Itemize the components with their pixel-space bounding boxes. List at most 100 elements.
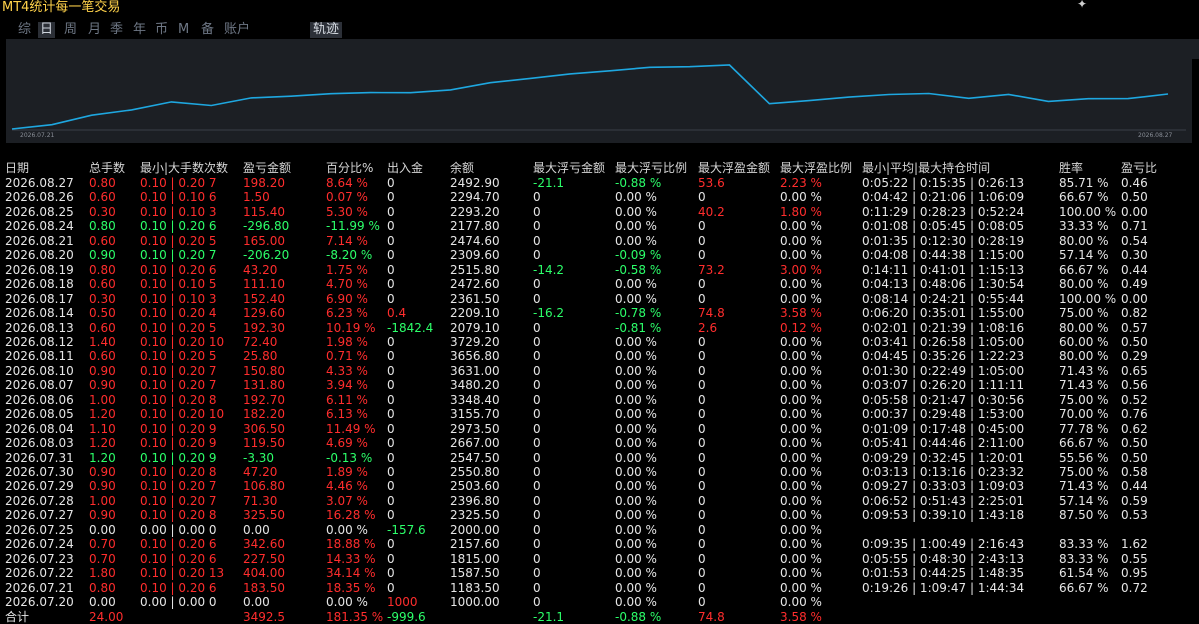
column-header[interactable]: 最大浮盈金额 <box>698 161 770 175</box>
table-cell: 72.40 <box>243 334 278 349</box>
table-cell: 2474.60 <box>450 233 500 248</box>
tab-9[interactable]: 账户 <box>222 22 252 38</box>
table-cell: 0 <box>698 537 706 552</box>
table-row[interactable]: 2026.07.29 0.90 0.10 | 0.20 7 106.80 4.46 % 0… <box>0 479 1199 493</box>
table-cell: 0 <box>533 450 541 465</box>
table-cell: 2.23 % <box>780 176 822 190</box>
column-header[interactable]: 日期 <box>5 161 29 175</box>
table-cell: 66.67 % <box>1059 436 1109 451</box>
table-cell: -999.6 <box>387 609 426 624</box>
table-row[interactable]: 2026.07.25 0.00 0.00 | 0.00 0 0.00 0.00 % -15… <box>0 523 1199 537</box>
table-row[interactable]: 2026.08.26 0.60 0.10 | 0.10 6 1.50 0.07 % 0 22… <box>0 190 1199 204</box>
table-row[interactable]: 2026.07.27 0.90 0.10 | 0.20 8 325.50 16.28 %… <box>0 508 1199 522</box>
table-row[interactable]: 2026.07.24 0.70 0.10 | 0.20 6 342.60 18.88 %… <box>0 537 1199 551</box>
table-cell: 2026.08.27 <box>5 176 74 190</box>
tab-3[interactable]: 月 <box>86 22 103 38</box>
table-cell: 0.55 <box>1121 551 1148 566</box>
tab-7[interactable]: M <box>176 22 191 38</box>
table-row[interactable]: 2026.08.11 0.60 0.10 | 0.20 5 25.80 0.71 % 0 3… <box>0 349 1199 363</box>
column-header[interactable]: 最小|大手数次数 <box>140 161 228 175</box>
table-cell: 0.00 % <box>615 551 657 566</box>
table-row[interactable]: 2026.08.20 0.90 0.10 | 0.20 7 -206.20 -8.20 … <box>0 248 1199 262</box>
tab-0[interactable]: 综 <box>16 22 33 38</box>
column-header[interactable]: 最大浮亏比例 <box>615 161 687 175</box>
column-header[interactable]: 盈亏金额 <box>243 161 291 175</box>
column-header[interactable]: 胜率 <box>1059 161 1083 175</box>
table-cell: 2026.08.20 <box>5 248 74 263</box>
table-cell: 71.43 % <box>1059 378 1109 393</box>
table-row[interactable]: 2026.08.12 1.40 0.10 | 0.20 10 72.40 1.98 % 0… <box>0 335 1199 349</box>
table-cell: 85.71 % <box>1059 176 1109 190</box>
tab-4[interactable]: 季 <box>108 22 125 38</box>
table-cell: 100.00 % <box>1059 291 1117 306</box>
table-cell: 0:05:41 | 0:44:46 | 2:11:00 <box>862 436 1025 451</box>
table-cell: 0.00 % <box>326 595 368 610</box>
table-row[interactable]: 2026.07.22 1.80 0.10 | 0.20 13 404.00 34.14 … <box>0 566 1199 580</box>
table-cell: 2000.00 <box>450 522 500 537</box>
table-row[interactable]: 2026.08.04 1.10 0.10 | 0.20 9 306.50 11.49 %… <box>0 422 1199 436</box>
table-row[interactable]: 2026.08.24 0.80 0.10 | 0.20 6 -296.80 -11.99… <box>0 219 1199 233</box>
table-cell: 34.14 % <box>326 566 376 581</box>
tab-5[interactable]: 年 <box>131 22 148 38</box>
table-row[interactable]: 2026.08.03 1.20 0.10 | 0.20 9 119.50 4.69 % 0… <box>0 436 1199 450</box>
table-row[interactable]: 2026.08.05 1.20 0.10 | 0.20 10 182.20 6.13 %… <box>0 407 1199 421</box>
table-cell: 0 <box>533 522 541 537</box>
table-row[interactable]: 2026.08.13 0.60 0.10 | 0.20 5 192.30 10.19 %… <box>0 321 1199 335</box>
table-cell: 0.00 % <box>780 190 822 205</box>
table-row[interactable]: 2026.07.28 1.00 0.10 | 0.20 7 71.30 3.07 % 0 2… <box>0 494 1199 508</box>
column-header[interactable]: 出入金 <box>387 161 423 175</box>
table-row[interactable]: 2026.07.23 0.70 0.10 | 0.20 6 227.50 14.33 %… <box>0 552 1199 566</box>
column-header[interactable]: 百分比% <box>326 161 373 175</box>
table-cell: 0.00 % <box>615 392 657 407</box>
table-row[interactable]: 2026.08.10 0.90 0.10 | 0.20 7 150.80 4.33 % 0… <box>0 364 1199 378</box>
table-cell: 11.49 % <box>326 421 376 436</box>
column-header[interactable]: 最大浮盈比例 <box>780 161 852 175</box>
table-cell: 0.00 % <box>615 277 657 292</box>
table-row[interactable]: 2026.07.31 1.20 0.10 | 0.20 9 -3.30 -0.13 % 0… <box>0 451 1199 465</box>
column-header[interactable]: 余额 <box>450 161 474 175</box>
table-row[interactable]: 2026.08.14 0.50 0.10 | 0.20 4 129.60 6.23 % 0… <box>0 306 1199 320</box>
table-cell: 0 <box>533 378 541 393</box>
column-header[interactable]: 最大浮亏金额 <box>533 161 605 175</box>
table-row[interactable]: 2026.07.30 0.90 0.10 | 0.20 8 47.20 1.89 % 0 2… <box>0 465 1199 479</box>
window-control-icon[interactable]: ✦ <box>1077 0 1087 11</box>
table-row[interactable]: 2026.08.18 0.60 0.10 | 0.10 5 111.10 4.70 % 0… <box>0 277 1199 291</box>
table-cell: 0.00 % <box>780 537 822 552</box>
table-cell: 0.00 <box>1121 204 1148 219</box>
column-header[interactable]: 最小|平均|最大持仓时间 <box>862 161 990 175</box>
column-header[interactable]: 盈亏比 <box>1121 161 1157 175</box>
table-cell: 0.10 | 0.20 9 <box>140 421 217 436</box>
tab-2[interactable]: 周 <box>62 22 79 38</box>
table-cell: 0.54 <box>1121 233 1148 248</box>
scrollbar[interactable] <box>1191 39 1199 59</box>
table-cell: 57.14 % <box>1059 248 1109 263</box>
table-cell: 0.00 % <box>615 233 657 248</box>
table-cell: 0.00 % <box>615 450 657 465</box>
column-header[interactable]: 总手数 <box>89 161 125 175</box>
table-row[interactable]: 2026.08.27 0.80 0.10 | 0.20 7 198.20 8.64 % 0… <box>0 176 1199 190</box>
table-cell: 74.8 <box>698 609 725 624</box>
table-row[interactable]: 2026.08.07 0.90 0.10 | 0.20 7 131.80 3.94 % 0… <box>0 378 1199 392</box>
table-cell: 0:04:08 | 0:44:38 | 1:15:00 <box>862 248 1025 263</box>
table-row[interactable]: 合计 24.00 3492.5 181.35 % -999.6 -21.1 -0.88 % 7… <box>0 610 1199 624</box>
table-row[interactable]: 2026.08.19 0.80 0.10 | 0.20 6 43.20 1.75 % 0 2… <box>0 263 1199 277</box>
table-cell: 0.00 % <box>615 465 657 479</box>
table-cell: 0.10 | 0.20 7 <box>140 378 217 393</box>
table-row[interactable]: 2026.07.20 0.00 0.00 | 0.00 0 0.00 0.00 % 100… <box>0 595 1199 609</box>
table-row[interactable]: 2026.08.06 1.00 0.10 | 0.20 8 192.70 6.11 % 0… <box>0 393 1199 407</box>
track-button[interactable]: 轨迹 <box>310 22 343 38</box>
table-cell: 111.10 <box>243 277 285 292</box>
table-cell: 0.90 <box>89 479 116 494</box>
table-cell: 0.71 % <box>326 349 368 364</box>
daily-stats-table: 日期 总手数 最小|大手数次数 盈亏金额 百分比% 出入金 余额 最大浮亏金额 最大浮亏比例 最大… <box>0 161 1199 624</box>
table-cell: 2026.08.06 <box>5 392 74 407</box>
table-row[interactable]: 2026.08.17 0.30 0.10 | 0.10 3 152.40 6.90 % 0… <box>0 292 1199 306</box>
tab-8[interactable]: 备 <box>199 22 216 38</box>
table-cell: 0.00 <box>243 595 270 610</box>
tab-6[interactable]: 币 <box>153 22 170 38</box>
table-row[interactable]: 2026.07.21 0.80 0.10 | 0.20 6 183.50 18.35 %… <box>0 581 1199 595</box>
table-cell: 0 <box>533 334 541 349</box>
table-row[interactable]: 2026.08.25 0.30 0.10 | 0.10 3 115.40 5.30 % 0… <box>0 205 1199 219</box>
tab-1[interactable]: 日 <box>38 22 56 38</box>
table-row[interactable]: 2026.08.21 0.60 0.10 | 0.20 5 165.00 7.14 % 0… <box>0 234 1199 248</box>
